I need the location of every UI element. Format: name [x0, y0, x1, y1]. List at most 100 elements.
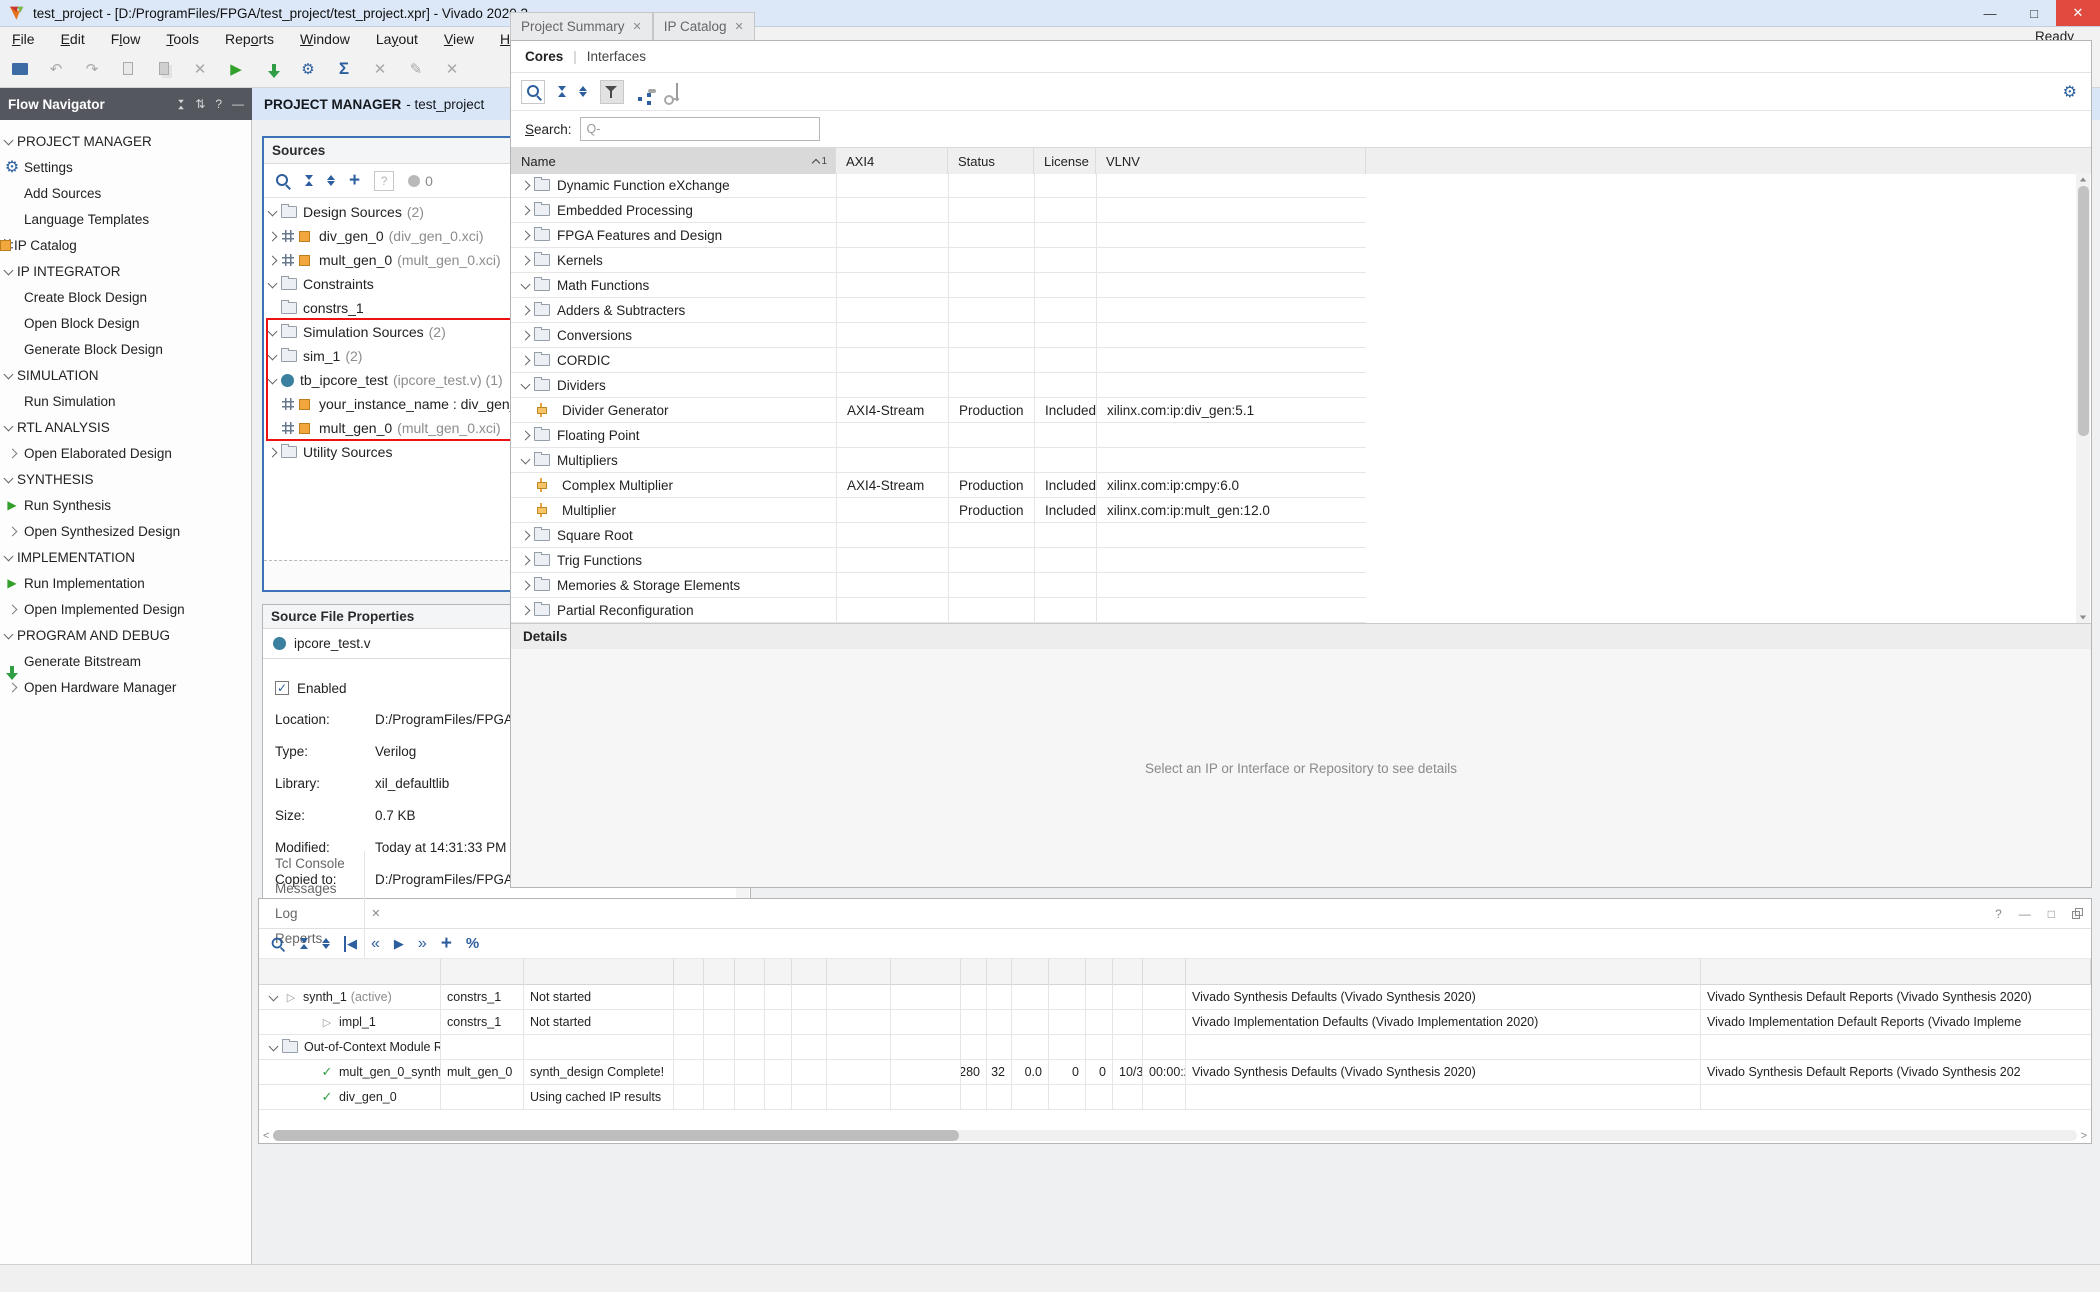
catalog-row[interactable]: Square Root: [511, 523, 2091, 548]
abort-icon[interactable]: ✕: [442, 59, 462, 79]
tree-chevron-icon[interactable]: [301, 1094, 318, 1101]
column-header[interactable]: [987, 959, 1012, 985]
close-tab-icon[interactable]: ✕: [633, 20, 642, 33]
flow-navigator-item[interactable]: Run Synthesis: [0, 492, 251, 518]
tab-interfaces[interactable]: Interfaces: [587, 49, 646, 64]
tree-chevron-icon[interactable]: [517, 207, 534, 214]
column-header-status[interactable]: Status: [948, 148, 1034, 174]
column-header[interactable]: [1086, 959, 1113, 985]
menu-item[interactable]: Window: [300, 31, 350, 47]
sources-view-tab[interactable]: [270, 573, 290, 579]
flow-navigator-item[interactable]: Open Implemented Design: [0, 596, 251, 622]
menu-item[interactable]: Flow: [111, 31, 141, 47]
tree-chevron-icon[interactable]: [301, 1019, 318, 1026]
tree-chevron-icon[interactable]: [517, 232, 534, 239]
property-value[interactable]: Verilog: [375, 744, 416, 759]
flow-navigator-item[interactable]: Run Simulation: [0, 388, 251, 414]
search-icon[interactable]: [274, 172, 291, 189]
catalog-row[interactable]: Trig Functions: [511, 548, 2091, 573]
expand-all-icon[interactable]: [322, 938, 330, 949]
menu-item[interactable]: File: [12, 31, 35, 47]
flow-navigator-item[interactable]: Settings: [0, 154, 251, 180]
menu-item[interactable]: Edit: [61, 31, 85, 47]
design-run-row[interactable]: ✓ mult_gen_0_synth_1 mult_gen_0 synth_de…: [259, 1060, 2091, 1085]
catalog-row[interactable]: Floating Point: [511, 423, 2091, 448]
report-sigma-icon[interactable]: Σ: [334, 59, 354, 79]
tree-chevron-icon[interactable]: [517, 182, 534, 189]
tree-chevron-icon[interactable]: [517, 557, 534, 564]
tree-chevron-icon[interactable]: [517, 532, 534, 539]
property-value[interactable]: xil_defaultlib: [375, 776, 449, 791]
flow-navigator-item[interactable]: SIMULATION: [0, 362, 251, 388]
document-tab[interactable]: IP Catalog ✕: [653, 12, 755, 40]
column-header[interactable]: [765, 959, 792, 985]
minimize-panel-icon[interactable]: —: [2019, 907, 2031, 921]
tree-chevron-icon[interactable]: [264, 257, 281, 264]
scroll-right-icon[interactable]: >: [2081, 1130, 2087, 1142]
tree-chevron-icon[interactable]: [264, 233, 281, 240]
expand-all-icon[interactable]: [327, 175, 335, 186]
catalog-row[interactable]: Partial Reconfiguration: [511, 598, 2091, 623]
column-header[interactable]: [1049, 959, 1086, 985]
open-project-icon[interactable]: [10, 59, 30, 79]
catalog-row[interactable]: Memories & Storage Elements: [511, 573, 2091, 598]
tree-chevron-icon[interactable]: [517, 257, 534, 264]
vertical-scrollbar[interactable]: [2076, 173, 2090, 623]
tree-chevron-icon[interactable]: [265, 1045, 282, 1050]
collapse-all-icon[interactable]: [300, 938, 308, 949]
edit-icon[interactable]: ✎: [406, 59, 426, 79]
sources-view-tab[interactable]: [318, 573, 338, 579]
catalog-row[interactable]: Kernels: [511, 248, 2091, 273]
flow-navigator-item[interactable]: Open Elaborated Design: [0, 440, 251, 466]
tree-chevron-icon[interactable]: [517, 482, 534, 489]
tree-chevron-icon[interactable]: [264, 210, 281, 215]
add-sources-icon[interactable]: +: [349, 170, 360, 192]
flow-navigator-item[interactable]: Open Block Design: [0, 310, 251, 336]
tree-chevron-icon[interactable]: [264, 330, 281, 335]
cancel-icon[interactable]: ✕: [370, 59, 390, 79]
tree-chevron-icon[interactable]: [517, 357, 534, 364]
open-file-icon[interactable]: ?: [374, 171, 394, 191]
collapse-all-icon[interactable]: [558, 86, 566, 97]
column-header[interactable]: [674, 959, 704, 985]
generate-bitstream-icon[interactable]: [262, 59, 282, 79]
column-header-axi4[interactable]: AXI4: [836, 148, 948, 174]
column-header[interactable]: [961, 959, 987, 985]
maximize-panel-icon[interactable]: □: [2048, 907, 2055, 921]
delete-icon[interactable]: ✕: [190, 59, 210, 79]
flow-navigator-item[interactable]: Generate Bitstream: [0, 648, 251, 674]
document-tab[interactable]: Project Summary ✕: [510, 12, 653, 40]
design-run-row[interactable]: ▷ synth_1 (active) constrs_1 Not started: [259, 985, 2091, 1010]
expand-icon[interactable]: ⇅: [195, 97, 205, 111]
catalog-row[interactable]: Adders & Subtracters: [511, 298, 2091, 323]
column-header[interactable]: [1113, 959, 1143, 985]
flow-navigator-item[interactable]: Generate Block Design: [0, 336, 251, 362]
console-tab[interactable]: Messages: [263, 876, 365, 901]
tree-chevron-icon[interactable]: [517, 582, 534, 589]
catalog-row[interactable]: Embedded Processing: [511, 198, 2091, 223]
tree-chevron-icon[interactable]: [517, 407, 534, 414]
flow-navigator-item[interactable]: RTL ANALYSIS: [0, 414, 251, 440]
tree-chevron-icon[interactable]: [264, 354, 281, 359]
tree-chevron-icon[interactable]: [301, 1069, 318, 1076]
column-header[interactable]: [1012, 959, 1049, 985]
tree-chevron-icon[interactable]: [517, 507, 534, 514]
column-header[interactable]: [827, 959, 891, 985]
collapse-all-icon[interactable]: [177, 99, 185, 110]
step-forward-icon[interactable]: »: [418, 935, 427, 953]
tab-cores[interactable]: Cores: [525, 49, 563, 64]
column-header[interactable]: [259, 959, 441, 985]
property-value[interactable]: 0.7 KB: [375, 808, 416, 823]
catalog-row[interactable]: Math Functions: [511, 273, 2091, 298]
flow-navigator-item[interactable]: IMPLEMENTATION: [0, 544, 251, 570]
menu-item[interactable]: Tools: [166, 31, 199, 47]
collapse-all-icon[interactable]: [305, 175, 313, 186]
column-header[interactable]: [524, 959, 674, 985]
minimize-panel-icon[interactable]: —: [232, 97, 244, 111]
tree-chevron-icon[interactable]: [264, 425, 281, 432]
flow-navigator-item[interactable]: Create Block Design: [0, 284, 251, 310]
catalog-row[interactable]: FPGA Features and Design: [511, 223, 2091, 248]
run-icon[interactable]: ▶: [394, 936, 404, 952]
tree-chevron-icon[interactable]: [264, 401, 281, 408]
column-header-vlnv[interactable]: VLNV: [1096, 148, 1366, 174]
